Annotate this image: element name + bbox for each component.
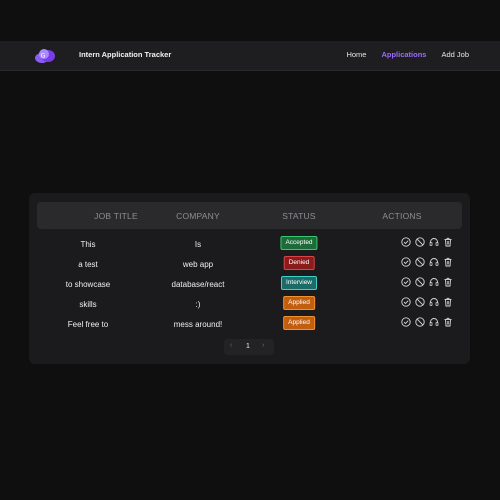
- status-badge: Accepted: [280, 236, 318, 250]
- row-actions: [401, 317, 453, 327]
- status-badge: Denied: [283, 256, 315, 270]
- ban-icon[interactable]: [415, 257, 425, 267]
- navbar: G Intern Application Tracker Home Applic…: [0, 41, 500, 71]
- job-title-cell: a test: [78, 260, 98, 269]
- trash-icon[interactable]: [443, 297, 453, 307]
- nav-links: Home Applications Add Job: [346, 50, 469, 59]
- nav-applications[interactable]: Applications: [381, 50, 426, 59]
- job-title-cell: skills: [79, 300, 97, 309]
- trash-icon[interactable]: [443, 237, 453, 247]
- status-badge: Applied: [283, 296, 315, 310]
- ban-icon[interactable]: [415, 237, 425, 247]
- prev-page-button[interactable]: ‹: [230, 342, 232, 349]
- cloud-logo-icon[interactable]: G: [34, 47, 56, 64]
- check-circle-icon[interactable]: [401, 297, 411, 307]
- table-header: JOB TITLE COMPANY STATUS ACTIONS: [37, 202, 462, 229]
- check-circle-icon[interactable]: [401, 257, 411, 267]
- status-badge: Interview: [280, 276, 318, 290]
- headset-icon[interactable]: [429, 317, 439, 327]
- company-cell: web app: [182, 260, 214, 269]
- table-row: to showcase database/react Interview: [29, 276, 470, 296]
- column-header-status: STATUS: [282, 211, 316, 221]
- applications-table-card: JOB TITLE COMPANY STATUS ACTIONS This Is A…: [29, 193, 470, 364]
- headset-icon[interactable]: [429, 257, 439, 267]
- ban-icon[interactable]: [415, 277, 425, 287]
- check-circle-icon[interactable]: [401, 317, 411, 327]
- check-circle-icon[interactable]: [401, 277, 411, 287]
- trash-icon[interactable]: [443, 277, 453, 287]
- column-header-company: COMPANY: [176, 211, 220, 221]
- trash-icon[interactable]: [443, 257, 453, 267]
- company-cell: Is: [194, 240, 202, 249]
- ban-icon[interactable]: [415, 317, 425, 327]
- table-row: This Is Accepted: [29, 236, 470, 256]
- row-actions: [401, 257, 453, 267]
- company-cell: database/react: [171, 280, 225, 289]
- table-row: a test web app Denied: [29, 256, 470, 276]
- next-page-button[interactable]: ›: [262, 342, 264, 349]
- headset-icon[interactable]: [429, 237, 439, 247]
- row-actions: [401, 277, 453, 287]
- pagination: ‹ 1 ›: [224, 339, 274, 355]
- ban-icon[interactable]: [415, 297, 425, 307]
- page-number-1[interactable]: 1: [246, 343, 250, 350]
- svg-text:G: G: [41, 53, 46, 60]
- company-cell: :): [195, 300, 201, 309]
- job-title-cell: This: [80, 240, 96, 249]
- nav-add-job[interactable]: Add Job: [441, 50, 469, 59]
- app-title: Intern Application Tracker: [79, 50, 172, 59]
- company-cell: mess around!: [173, 320, 223, 329]
- headset-icon[interactable]: [429, 297, 439, 307]
- check-circle-icon[interactable]: [401, 237, 411, 247]
- table-row: Feel free to mess around! Applied: [29, 316, 470, 336]
- headset-icon[interactable]: [429, 277, 439, 287]
- status-badge: Applied: [283, 316, 315, 330]
- row-actions: [401, 237, 453, 247]
- column-header-actions: ACTIONS: [382, 211, 422, 221]
- job-title-cell: to showcase: [65, 280, 111, 289]
- nav-home[interactable]: Home: [346, 50, 366, 59]
- job-title-cell: Feel free to: [67, 320, 109, 329]
- column-header-job-title: JOB TITLE: [94, 211, 138, 221]
- trash-icon[interactable]: [443, 317, 453, 327]
- row-actions: [401, 297, 453, 307]
- table-row: skills:) Applied: [29, 296, 470, 316]
